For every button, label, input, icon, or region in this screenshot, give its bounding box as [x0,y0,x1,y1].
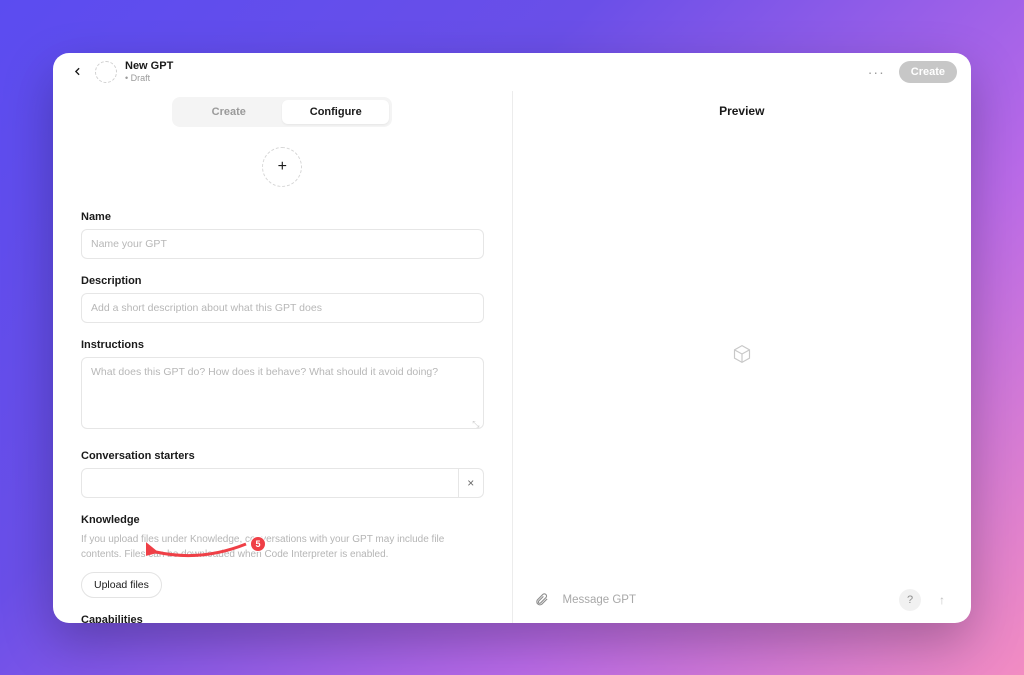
starters-label: Conversation starters [81,450,484,462]
knowledge-hint: If you upload files under Knowledge, con… [81,532,484,562]
send-button[interactable]: ↑ [931,589,953,611]
conversation-starter-input[interactable] [81,468,459,498]
paperclip-icon [534,592,549,607]
more-menu-button[interactable]: ··· [864,60,889,84]
preview-title: Preview [513,91,972,131]
create-button[interactable]: Create [899,61,957,83]
instructions-textarea[interactable] [81,357,484,429]
message-composer: ? ↑ [513,577,972,623]
page-subtitle: • Draft [125,73,173,83]
title-wrap: New GPT • Draft [125,60,173,83]
help-button[interactable]: ? [899,589,921,611]
topbar: New GPT • Draft ··· Create [53,53,971,91]
gpt-avatar-placeholder [95,61,117,83]
name-input[interactable] [81,229,484,259]
tabs: Create Configure [172,97,392,127]
configure-panel: Create Configure + Name Description [53,91,513,623]
tabs-row: Create Configure [53,91,512,131]
tab-configure[interactable]: Configure [282,100,389,124]
upload-files-button[interactable]: Upload files [81,572,162,598]
description-label: Description [81,275,484,287]
conversation-starter-row: × [81,468,484,498]
back-button[interactable] [67,62,87,82]
capabilities-label: Capabilities [81,614,484,623]
tab-create[interactable]: Create [175,100,282,124]
add-gpt-icon-button[interactable]: + [262,147,302,187]
knowledge-label: Knowledge [81,514,484,526]
message-input[interactable] [563,594,890,606]
instructions-label: Instructions [81,339,484,351]
preview-body [513,131,972,577]
app-window: New GPT • Draft ··· Create Create Config… [53,53,971,623]
attach-button[interactable] [531,589,553,611]
name-label: Name [81,211,484,223]
plus-icon: + [278,158,287,176]
preview-panel: Preview ? ↑ [513,91,972,623]
configure-scroll: + Name Description Instructions ⤡ [53,131,512,623]
remove-starter-button[interactable]: × [459,468,483,498]
split-pane: Create Configure + Name Description [53,91,971,623]
description-input[interactable] [81,293,484,323]
page-title: New GPT [125,60,173,73]
cube-placeholder-icon [732,344,752,364]
x-icon: × [467,476,474,490]
